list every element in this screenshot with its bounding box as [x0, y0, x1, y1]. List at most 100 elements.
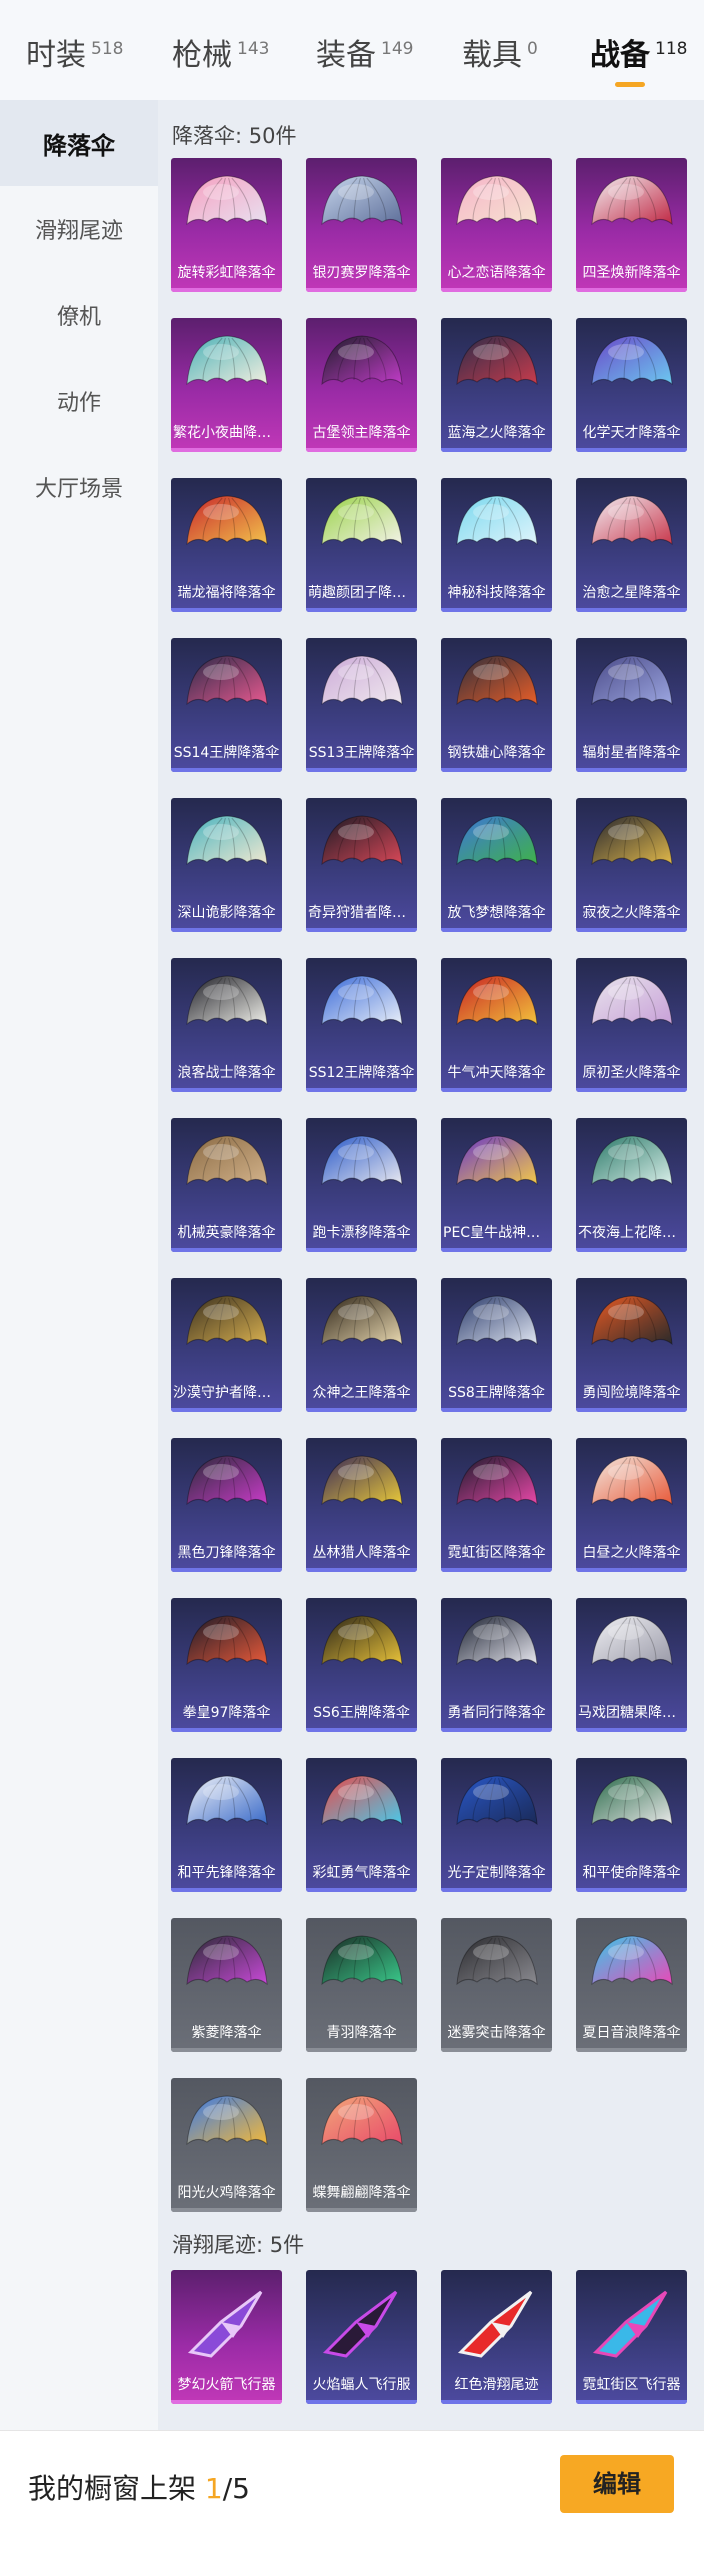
parachute-item[interactable]: 青羽降落伞 [306, 1918, 417, 2052]
item-name: 光子定制降落伞 [447, 1865, 546, 1881]
tab-3[interactable]: 载具 0 [462, 36, 538, 76]
parachute-item[interactable]: 拳皇97降落伞 [171, 1598, 282, 1732]
parachute-item[interactable]: 四圣焕新降落伞 [576, 158, 687, 292]
parachute-item[interactable]: 马戏团糖果降落伞 [576, 1598, 687, 1732]
rarity-bar [171, 448, 282, 452]
parachute-icon [186, 335, 268, 386]
parachute-item[interactable]: 原初圣火降落伞 [576, 958, 687, 1092]
parachute-item[interactable]: 治愈之星降落伞 [576, 478, 687, 612]
parachute-item[interactable]: 和平先锋降落伞 [171, 1758, 282, 1892]
parachute-item[interactable]: 不夜海上花降落伞 [576, 1118, 687, 1252]
parachute-item[interactable]: 瑞龙福将降落伞 [171, 478, 282, 612]
sidebar-item-1[interactable]: 滑翔尾迹 [0, 186, 158, 272]
parachute-item[interactable]: 古堡领主降落伞 [306, 318, 417, 452]
item-grid-area: 降落伞: 50件 滑翔尾迹: 5件 旋转彩虹降落伞 银刃赛罗降落伞 心之恋语降落伞 四… [158, 100, 704, 2430]
parachute-item[interactable]: 光子定制降落伞 [441, 1758, 552, 1892]
trail-item[interactable]: 霓虹街区飞行器 [576, 2270, 687, 2404]
parachute-item[interactable]: 机械英豪降落伞 [171, 1118, 282, 1252]
tab-count: 518 [91, 39, 124, 59]
item-name: 霓虹街区降落伞 [447, 1545, 546, 1561]
item-name: 勇者同行降落伞 [447, 1705, 546, 1721]
edit-button[interactable]: 编辑 [560, 2455, 674, 2513]
parachute-item[interactable]: 黑色刀锋降落伞 [171, 1438, 282, 1572]
parachute-item[interactable]: 丛林猎人降落伞 [306, 1438, 417, 1572]
rarity-bar [306, 1408, 417, 1412]
item-name: 火焰蝠人飞行服 [312, 2377, 411, 2393]
parachute-icon [186, 975, 268, 1026]
parachute-icon [186, 1455, 268, 1506]
parachute-item[interactable]: SS6王牌降落伞 [306, 1598, 417, 1732]
parachute-item[interactable]: 萌趣颜团子降落伞 [306, 478, 417, 612]
parachute-item[interactable]: SS8王牌降落伞 [441, 1278, 552, 1412]
glider-icon [592, 2290, 668, 2358]
parachute-item[interactable]: 勇闯险境降落伞 [576, 1278, 687, 1412]
rarity-bar [306, 2048, 417, 2052]
parachute-item[interactable]: 寂夜之火降落伞 [576, 798, 687, 932]
parachute-item[interactable]: PEC皇牛战神降落伞 [441, 1118, 552, 1252]
parachute-icon [591, 975, 673, 1026]
parachute-item[interactable]: 蝶舞翩翩降落伞 [306, 2078, 417, 2212]
parachute-item[interactable]: 霓虹街区降落伞 [441, 1438, 552, 1572]
parachute-item[interactable]: 夏日音浪降落伞 [576, 1918, 687, 2052]
parachute-item[interactable]: 阳光火鸡降落伞 [171, 2078, 282, 2212]
parachute-item[interactable]: 彩虹勇气降落伞 [306, 1758, 417, 1892]
parachute-item[interactable]: 银刃赛罗降落伞 [306, 158, 417, 292]
parachute-icon [456, 335, 538, 386]
parachute-item[interactable]: SS14王牌降落伞 [171, 638, 282, 772]
sidebar-item-0[interactable]: 降落伞 [0, 100, 158, 186]
parachute-item[interactable]: SS12王牌降落伞 [306, 958, 417, 1092]
rarity-bar [576, 1088, 687, 1092]
parachute-item[interactable]: 辐射星者降落伞 [576, 638, 687, 772]
tab-1[interactable]: 枪械 143 [172, 36, 269, 76]
parachute-icon [186, 1295, 268, 1346]
parachute-item[interactable]: 沙漠守护者降落伞 [171, 1278, 282, 1412]
rarity-bar [441, 1088, 552, 1092]
parachute-item[interactable]: 众神之王降落伞 [306, 1278, 417, 1412]
rarity-bar [576, 928, 687, 932]
item-name: 梦幻火箭飞行器 [177, 2377, 276, 2393]
tab-4[interactable]: 战备 118 [590, 36, 687, 76]
parachute-item[interactable]: 旋转彩虹降落伞 [171, 158, 282, 292]
item-name: 蝶舞翩翩降落伞 [312, 2185, 411, 2201]
parachute-item[interactable]: 心之恋语降落伞 [441, 158, 552, 292]
rarity-bar [576, 448, 687, 452]
parachute-item[interactable]: 钢铁雄心降落伞 [441, 638, 552, 772]
parachute-item[interactable]: 浪客战士降落伞 [171, 958, 282, 1092]
parachute-item[interactable]: 放飞梦想降落伞 [441, 798, 552, 932]
tab-0[interactable]: 时装 518 [26, 36, 123, 76]
rarity-bar [171, 1408, 282, 1412]
parachute-icon [456, 495, 538, 546]
parachute-item[interactable]: 紫菱降落伞 [171, 1918, 282, 2052]
parachute-item[interactable]: 繁花小夜曲降落伞 [171, 318, 282, 452]
parachute-item[interactable]: 深山诡影降落伞 [171, 798, 282, 932]
parachute-item[interactable]: 蓝海之火降落伞 [441, 318, 552, 452]
rarity-bar [576, 2048, 687, 2052]
tab-count: 143 [237, 39, 270, 59]
tab-count: 118 [655, 39, 688, 59]
item-name: 青羽降落伞 [326, 2025, 397, 2041]
parachute-item[interactable]: 白昼之火降落伞 [576, 1438, 687, 1572]
parachute-item[interactable]: 和平使命降落伞 [576, 1758, 687, 1892]
item-name: 马戏团糖果降落伞 [578, 1705, 687, 1721]
sidebar-item-4[interactable]: 大厅场景 [0, 444, 158, 530]
parachute-icon [456, 1935, 538, 1986]
parachute-item[interactable]: 奇异狩猎者降落伞 [306, 798, 417, 932]
parachute-item[interactable]: 牛气冲天降落伞 [441, 958, 552, 1092]
sidebar-item-3[interactable]: 动作 [0, 358, 158, 444]
trail-item[interactable]: 梦幻火箭飞行器 [171, 2270, 282, 2404]
trail-item[interactable]: 火焰蝠人飞行服 [306, 2270, 417, 2404]
parachute-icon [456, 1455, 538, 1506]
item-name: 化学天才降落伞 [582, 425, 681, 441]
sidebar-item-2[interactable]: 僚机 [0, 272, 158, 358]
item-name: SS13王牌降落伞 [308, 745, 415, 761]
parachute-item[interactable]: 迷雾突击降落伞 [441, 1918, 552, 2052]
parachute-item[interactable]: SS13王牌降落伞 [306, 638, 417, 772]
parachute-item[interactable]: 勇者同行降落伞 [441, 1598, 552, 1732]
parachute-icon [186, 495, 268, 546]
parachute-item[interactable]: 化学天才降落伞 [576, 318, 687, 452]
trail-item[interactable]: 红色滑翔尾迹 [441, 2270, 552, 2404]
tab-2[interactable]: 装备 149 [316, 36, 413, 76]
parachute-item[interactable]: 神秘科技降落伞 [441, 478, 552, 612]
parachute-item[interactable]: 跑卡漂移降落伞 [306, 1118, 417, 1252]
parachute-icon [321, 1775, 403, 1826]
